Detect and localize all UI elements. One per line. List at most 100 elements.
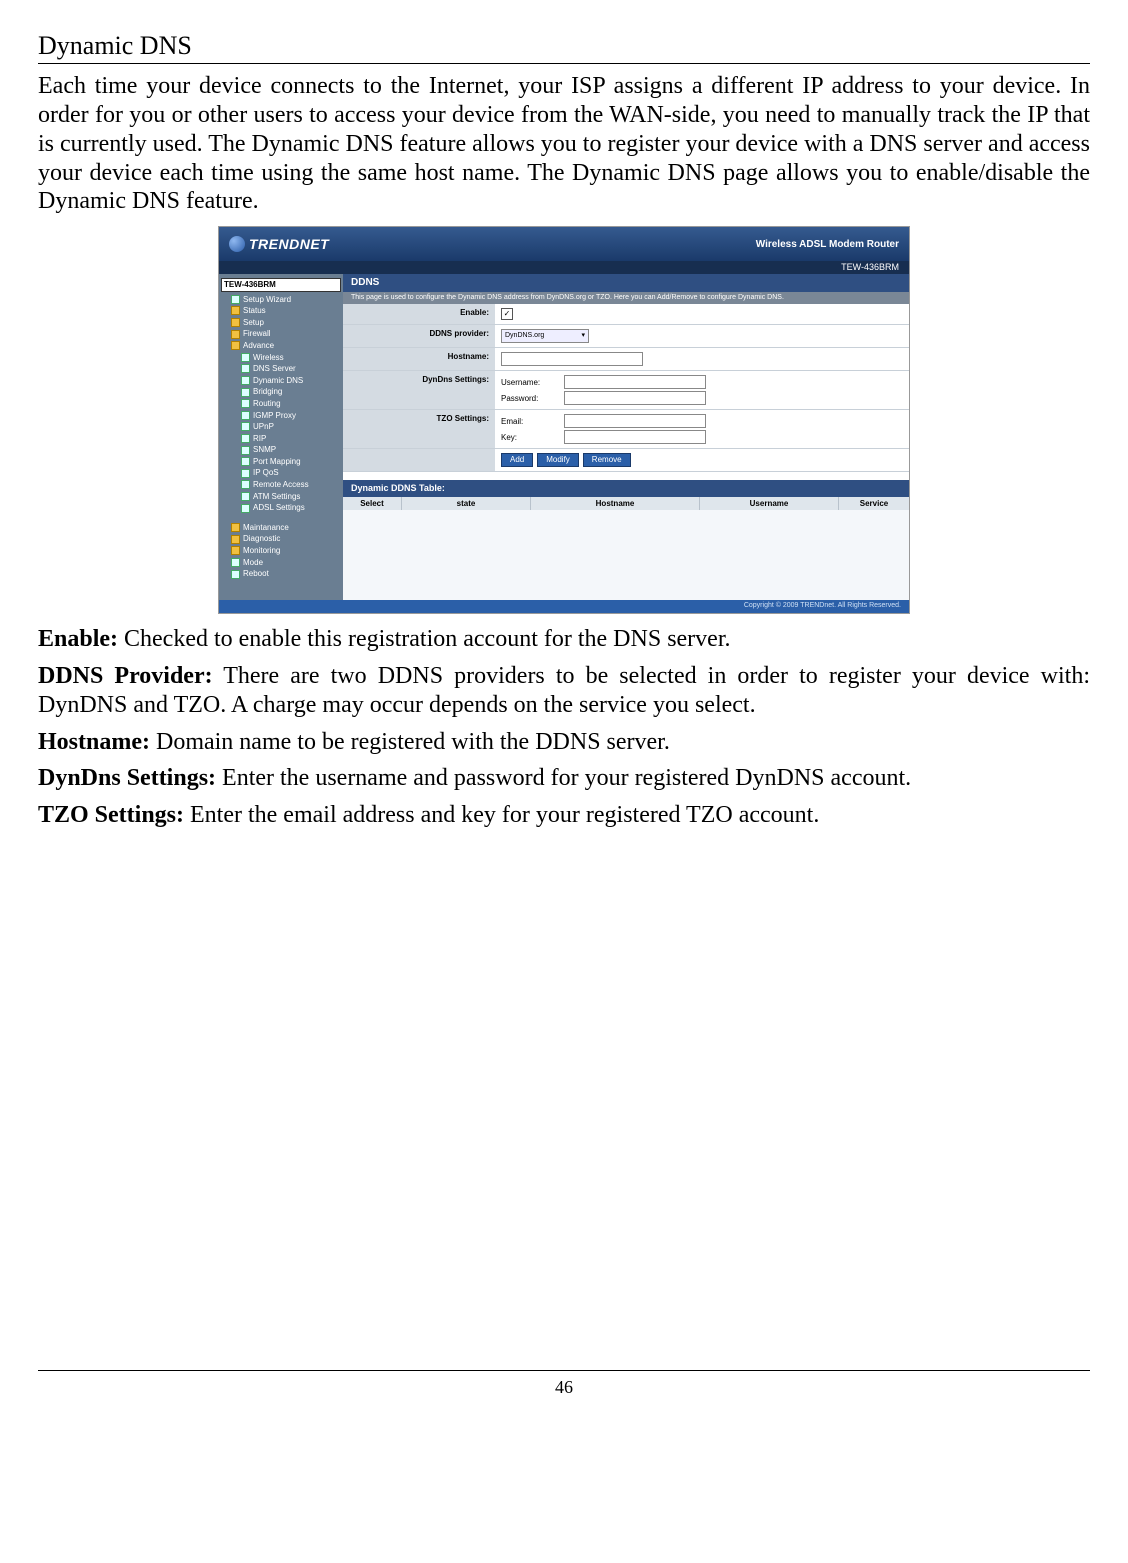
sidebar-label: Maintanance [243, 523, 289, 533]
main-panel: DDNS This page is used to configure the … [343, 274, 909, 600]
def-provider-label: DDNS Provider: [38, 663, 213, 689]
sidebar-label: Setup [243, 318, 264, 328]
sidebar-label: Mode [243, 558, 263, 568]
sidebar-item-diagnostic[interactable]: Diagnostic [221, 533, 341, 545]
remove-button[interactable]: Remove [583, 453, 631, 467]
page-icon [231, 558, 240, 567]
table-body-empty [343, 510, 909, 600]
page-icon [241, 480, 250, 489]
header-product: Wireless ADSL Modem Router [756, 239, 899, 250]
sidebar-label: Advance [243, 341, 274, 351]
sidebar-item-bridging[interactable]: Bridging [221, 386, 341, 398]
def-hostname: Hostname: Domain name to be registered w… [38, 728, 1090, 757]
sidebar-item-dnsserver[interactable]: DNS Server [221, 363, 341, 375]
th-service: Service [839, 497, 909, 511]
def-dyndns-label: DynDns Settings: [38, 765, 216, 791]
sidebar-item-maintenance[interactable]: Maintanance [221, 522, 341, 534]
sidebar-item-reboot[interactable]: Reboot [221, 568, 341, 580]
section-title: Dynamic DNS [38, 30, 1090, 64]
page-icon [241, 399, 250, 408]
folder-icon [231, 546, 240, 555]
modify-button[interactable]: Modify [537, 453, 579, 467]
sidebar-label: Bridging [253, 387, 282, 397]
sidebar-item-dynamic-dns[interactable]: Dynamic DNS [221, 375, 341, 387]
def-enable-text: Checked to enable this registration acco… [118, 626, 730, 652]
password-label: Password: [501, 394, 556, 404]
sidebar-label: IP QoS [253, 468, 279, 478]
sidebar-label: ADSL Settings [253, 503, 305, 513]
sidebar-label: Routing [253, 399, 281, 409]
sidebar-label: IGMP Proxy [253, 411, 296, 421]
model-bar: TEW-436BRM [219, 261, 909, 274]
add-button[interactable]: Add [501, 453, 533, 467]
email-label: Email: [501, 417, 556, 427]
page-icon [241, 364, 250, 373]
brand-text: TRENDNET [249, 236, 329, 253]
page-icon [241, 492, 250, 501]
sidebar-item-wireless[interactable]: Wireless [221, 352, 341, 364]
sidebar-label: SNMP [253, 445, 276, 455]
page-icon [241, 376, 250, 385]
def-dyndns-text: Enter the username and password for your… [216, 765, 911, 791]
sidebar-root[interactable]: TEW-436BRM [221, 278, 341, 292]
username-label: Username: [501, 378, 556, 388]
page-icon [241, 434, 250, 443]
sidebar: TEW-436BRM Setup Wizard Status Setup Fir… [219, 274, 343, 600]
sidebar-label: Reboot [243, 569, 269, 579]
sidebar-label: Port Mapping [253, 457, 301, 467]
username-input[interactable] [564, 375, 706, 389]
sidebar-item-status[interactable]: Status [221, 305, 341, 317]
sidebar-label: Remote Access [253, 480, 309, 490]
provider-select[interactable]: DynDNS.org ▾ [501, 329, 589, 343]
page-icon [241, 411, 250, 420]
page-icon [231, 295, 240, 304]
intro-paragraph: Each time your device connects to the In… [38, 72, 1090, 216]
sidebar-label: UPnP [253, 422, 274, 432]
th-username: Username [700, 497, 839, 511]
sidebar-item-ipqos[interactable]: IP QoS [221, 467, 341, 479]
page-icon [231, 570, 240, 579]
sidebar-item-portmap[interactable]: Port Mapping [221, 456, 341, 468]
sidebar-item-adsl[interactable]: ADSL Settings [221, 502, 341, 514]
th-hostname: Hostname [531, 497, 700, 511]
sidebar-label: Monitoring [243, 546, 280, 556]
sidebar-item-atm[interactable]: ATM Settings [221, 491, 341, 503]
sidebar-item-upnp[interactable]: UPnP [221, 421, 341, 433]
chevron-down-icon: ▾ [581, 332, 585, 340]
key-input[interactable] [564, 430, 706, 444]
sidebar-item-monitoring[interactable]: Monitoring [221, 545, 341, 557]
sidebar-label: Firewall [243, 329, 271, 339]
folder-icon [231, 306, 240, 315]
sidebar-item-rip[interactable]: RIP [221, 433, 341, 445]
hostname-input[interactable] [501, 352, 643, 366]
sidebar-item-mode[interactable]: Mode [221, 557, 341, 569]
page-icon [241, 457, 250, 466]
enable-checkbox[interactable]: ✓ [501, 308, 513, 320]
folder-icon [231, 330, 240, 339]
sidebar-item-setup[interactable]: Setup [221, 317, 341, 329]
sidebar-label: Wireless [253, 353, 284, 363]
def-tzo: TZO Settings: Enter the email address an… [38, 801, 1090, 830]
sidebar-item-igmp[interactable]: IGMP Proxy [221, 410, 341, 422]
sidebar-label: DNS Server [253, 364, 296, 374]
page-icon [241, 422, 250, 431]
def-hostname-label: Hostname: [38, 729, 150, 755]
sidebar-label: Setup Wizard [243, 295, 291, 305]
email-input[interactable] [564, 414, 706, 428]
sidebar-item-routing[interactable]: Routing [221, 398, 341, 410]
page-number: 46 [38, 1370, 1090, 1399]
router-screenshot: TRENDNET Wireless ADSL Modem Router TEW-… [38, 226, 1090, 615]
sidebar-item-wizard[interactable]: Setup Wizard [221, 294, 341, 306]
password-input[interactable] [564, 391, 706, 405]
sidebar-label: RIP [253, 434, 266, 444]
page-icon [241, 353, 250, 362]
sidebar-item-remote[interactable]: Remote Access [221, 479, 341, 491]
def-enable-label: Enable: [38, 626, 118, 652]
def-hostname-text: Domain name to be registered with the DD… [150, 729, 670, 755]
sidebar-item-firewall[interactable]: Firewall [221, 328, 341, 340]
sidebar-item-snmp[interactable]: SNMP [221, 444, 341, 456]
folder-icon [231, 318, 240, 327]
sidebar-item-advance[interactable]: Advance [221, 340, 341, 352]
brand-logo: TRENDNET [229, 236, 329, 253]
globe-icon [229, 236, 245, 252]
